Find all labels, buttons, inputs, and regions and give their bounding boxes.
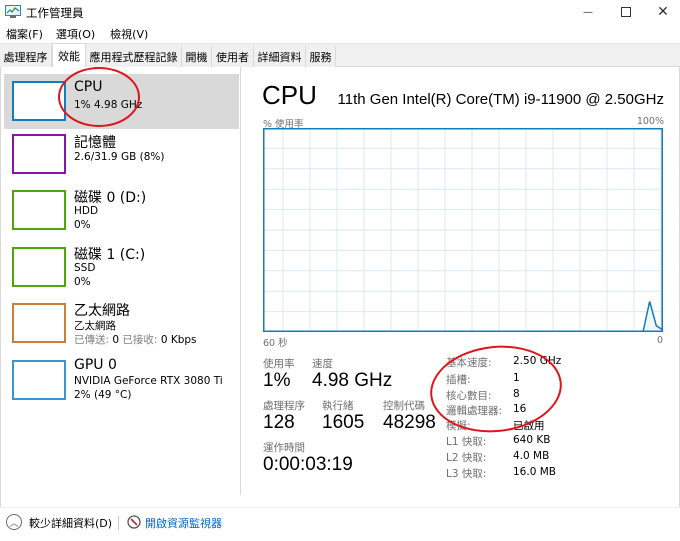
- sidebar-item-usage: 0%: [74, 219, 91, 231]
- info-value-sockets: 1: [513, 372, 520, 384]
- sidebar-item-label: 乙太網路: [74, 303, 130, 319]
- sidebar-item-disk-0[interactable]: 磁碟 0 (D:) HDD 0%: [4, 187, 239, 245]
- usage-label: 使用率: [263, 358, 295, 370]
- footer-separator: [118, 516, 119, 530]
- minimize-icon: —: [583, 6, 593, 18]
- uptime-value: 0:00:03:19: [263, 454, 353, 475]
- received-label: 已接收:: [122, 334, 158, 346]
- handles-label: 控制代碼: [383, 400, 425, 412]
- disk-0-thumbnail-graph: [12, 190, 66, 230]
- chevron-up-circle-icon[interactable]: ︿: [6, 514, 22, 530]
- threads-value: 1605: [322, 412, 365, 433]
- ethernet-thumbnail-graph: [12, 303, 66, 343]
- menu-file[interactable]: 檔案(F): [6, 24, 43, 43]
- info-key-base-speed: 基本速度:: [446, 357, 492, 369]
- info-key-virtualization: 模擬:: [446, 420, 471, 432]
- info-key-l3-cache: L3 快取:: [446, 468, 487, 480]
- resource-monitor-icon: [127, 515, 141, 529]
- sidebar-item-disk-1[interactable]: 磁碟 1 (C:) SSD 0%: [4, 244, 239, 302]
- processes-label: 處理程序: [263, 400, 305, 412]
- info-key-l2-cache: L2 快取:: [446, 452, 487, 464]
- menu-bar: 檔案(F) 選項(O) 檢視(V): [0, 24, 680, 43]
- tab-startup[interactable]: 開機: [182, 46, 212, 67]
- cpu-usage-area: [263, 301, 663, 332]
- disk-1-thumbnail-graph: [12, 247, 66, 287]
- close-icon: ✕: [657, 4, 669, 20]
- sent-label: 已傳送:: [74, 334, 110, 346]
- info-value-virtualization: 已啟用: [513, 420, 545, 432]
- open-resource-monitor-link[interactable]: 開啟資源監視器: [145, 515, 222, 531]
- info-key-sockets: 插槽:: [446, 374, 471, 386]
- info-value-l1-cache: 640 KB: [513, 434, 551, 446]
- window-title: 工作管理員: [26, 6, 84, 20]
- sidebar-item-type: HDD: [74, 205, 99, 217]
- info-value-logical-processors: 16: [513, 403, 527, 415]
- speed-label: 速度: [312, 358, 333, 370]
- sidebar-item-cpu[interactable]: CPU 1% 4.98 GHz: [4, 74, 239, 129]
- tab-services[interactable]: 服務: [306, 46, 336, 67]
- footer-bar: ︿ 較少詳細資料(D) 開啟資源監視器: [0, 507, 680, 541]
- threads-label: 執行緒: [322, 400, 354, 412]
- sidebar-item-label: 磁碟 1 (C:): [74, 247, 146, 263]
- usage-value: 1%: [263, 370, 291, 391]
- memory-thumbnail-graph: [12, 134, 66, 174]
- sidebar-divider[interactable]: [240, 67, 241, 495]
- page-title: CPU: [262, 80, 317, 110]
- sidebar-item-gpu-0[interactable]: GPU 0 NVIDIA GeForce RTX 3080 Ti 2% (49 …: [4, 357, 239, 415]
- sidebar-item-label: 記憶體: [74, 135, 116, 151]
- uptime-label: 運作時間: [263, 442, 305, 454]
- tab-performance[interactable]: 效能: [52, 43, 86, 68]
- sidebar-item-label: 磁碟 0 (D:): [74, 190, 147, 206]
- sidebar-item-label: CPU: [74, 79, 103, 95]
- chart-x-start-label: 60 秒: [263, 338, 288, 349]
- sidebar-item-usage: 2% (49 °C): [74, 389, 132, 401]
- tab-users[interactable]: 使用者: [212, 46, 254, 67]
- sidebar-item-memory[interactable]: 記憶體 2.6/31.9 GB (8%): [4, 131, 239, 189]
- info-value-l3-cache: 16.0 MB: [513, 466, 556, 478]
- received-value: 0 Kbps: [160, 334, 197, 346]
- cpu-usage-line: [263, 301, 663, 332]
- tab-bar: 處理程序 效能 應用程式歷程記錄 開機 使用者 詳細資料 服務: [0, 43, 680, 68]
- chart-x-end-label: 0: [656, 335, 663, 346]
- info-value-base-speed: 2.50 GHz: [513, 355, 562, 367]
- sidebar-item-adapter: 乙太網路: [74, 320, 116, 332]
- task-manager-icon: [5, 5, 21, 18]
- resource-sidebar: CPU 1% 4.98 GHz 記憶體 2.6/31.9 GB (8%) 磁碟 …: [2, 67, 240, 495]
- tab-app-history[interactable]: 應用程式歷程記錄: [86, 46, 182, 67]
- sidebar-item-type: SSD: [74, 262, 96, 274]
- title-bar: 工作管理員 — ✕: [0, 0, 680, 24]
- info-key-logical-processors: 邏輯處理器:: [446, 405, 503, 417]
- info-key-l1-cache: L1 快取:: [446, 436, 487, 448]
- speed-value: 4.98 GHz: [312, 370, 393, 391]
- chart-y-max-label: 100%: [636, 116, 664, 127]
- sent-value: 0: [112, 334, 120, 346]
- info-value-cores: 8: [513, 388, 520, 400]
- close-button[interactable]: ✕: [640, 0, 680, 24]
- tab-processes[interactable]: 處理程序: [0, 46, 52, 67]
- handles-value: 48298: [383, 412, 436, 433]
- sidebar-item-detail: 2.6/31.9 GB (8%): [74, 151, 165, 163]
- cpu-model-name: 11th Gen Intel(R) Core(TM) i9-11900 @ 2.…: [337, 91, 664, 108]
- sidebar-item-ethernet[interactable]: 乙太網路 乙太網路 已傳送: 0 已接收: 0 Kbps: [4, 300, 239, 358]
- menu-options[interactable]: 選項(O): [56, 24, 95, 43]
- processes-value: 128: [263, 412, 295, 433]
- info-value-l2-cache: 4.0 MB: [513, 450, 550, 462]
- tab-details[interactable]: 詳細資料: [254, 46, 306, 67]
- sidebar-item-gpu-model: NVIDIA GeForce RTX 3080 Ti: [74, 375, 223, 387]
- menu-view[interactable]: 檢視(V): [110, 24, 148, 43]
- gpu-thumbnail-graph: [12, 360, 66, 400]
- sidebar-item-detail: 1% 4.98 GHz: [74, 99, 143, 111]
- maximize-icon: [621, 7, 631, 17]
- sidebar-item-label: GPU 0: [74, 357, 117, 373]
- sidebar-item-throughput: 已傳送: 0 已接收: 0 Kbps: [74, 332, 197, 347]
- sidebar-item-usage: 0%: [74, 276, 91, 288]
- fewer-details-button[interactable]: 較少詳細資料(D): [29, 515, 112, 531]
- cpu-usage-chart: [263, 128, 663, 332]
- cpu-thumbnail-graph: [12, 81, 66, 121]
- info-key-cores: 核心數目:: [446, 390, 492, 402]
